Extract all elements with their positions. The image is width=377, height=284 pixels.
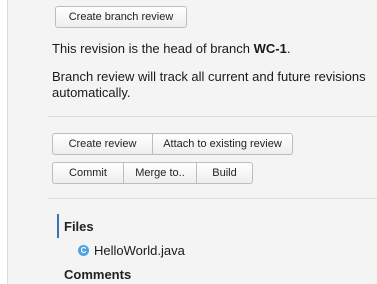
build-button[interactable]: Build [197,162,253,184]
create-branch-review-button[interactable]: Create branch review [55,6,187,28]
commit-button[interactable]: Commit [52,162,124,184]
create-review-button[interactable]: Create review [52,133,153,155]
divider [48,198,377,199]
review-panel: Create branch review This revision is th… [7,0,377,284]
comments-heading: Comments [64,267,132,282]
branch-head-notice: This revision is the head of branch WC-1… [52,41,291,56]
attach-to-existing-review-button[interactable]: Attach to existing review [153,133,293,155]
branch-tracking-notice: Branch review will track all current and… [52,69,366,100]
section-accent-bar [57,214,59,238]
merge-to-button[interactable]: Merge to.. [124,162,197,184]
file-link-helloworld[interactable]: HelloWorld.java [94,243,185,259]
divider [48,116,377,117]
c-class-icon: C [78,245,89,256]
files-heading: Files [64,219,94,234]
branch-name: WC-1 [253,41,287,56]
